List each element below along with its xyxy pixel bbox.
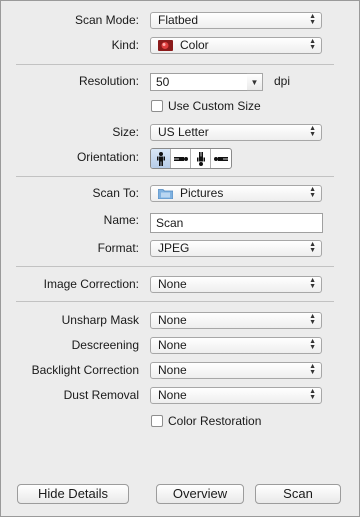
separator xyxy=(16,301,334,302)
size-popup[interactable]: US Letter ▲ ▼ xyxy=(150,124,322,141)
dust-removal-label: Dust Removal xyxy=(63,388,139,402)
separator xyxy=(16,64,334,65)
orientation-portrait-upright[interactable] xyxy=(151,149,171,168)
scan-to-value: Pictures xyxy=(180,186,224,200)
resolution-unit: dpi xyxy=(274,74,291,88)
orientation-landscape-left[interactable] xyxy=(171,149,191,168)
orientation-portrait-inverted[interactable] xyxy=(191,149,211,168)
scan-to-popup[interactable]: Pictures ▲ ▼ xyxy=(150,185,322,202)
popup-arrows-icon: ▲ ▼ xyxy=(309,241,316,254)
popup-arrows-icon: ▲ ▼ xyxy=(309,277,316,290)
popup-arrows-icon: ▲ ▼ xyxy=(309,388,316,401)
landscape-right-icon xyxy=(214,156,228,161)
popup-arrows-icon: ▲ ▼ xyxy=(309,363,316,376)
descreening-value: None xyxy=(158,338,187,352)
format-label: Format: xyxy=(97,241,139,255)
scan-button[interactable]: Scan xyxy=(255,484,341,504)
kind-popup[interactable]: Color ▲ ▼ xyxy=(150,37,322,54)
separator xyxy=(16,176,334,177)
color-photo-icon xyxy=(158,40,173,51)
color-restoration-label: Color Restoration xyxy=(168,414,262,428)
unsharp-mask-label: Unsharp Mask xyxy=(61,313,139,327)
landscape-left-icon xyxy=(173,156,188,161)
popup-arrows-icon: ▲ ▼ xyxy=(309,13,316,26)
portrait-upright-icon xyxy=(156,151,165,166)
scanner-settings-panel: Scan Mode: Flatbed ▲ ▼ Kind: Color ▲ ▼ Res… xyxy=(0,0,360,517)
dust-removal-popup[interactable]: None ▲ ▼ xyxy=(150,387,322,404)
orientation-landscape-right[interactable] xyxy=(211,149,231,168)
popup-arrows-icon: ▲ ▼ xyxy=(309,338,316,351)
image-correction-label: Image Correction: xyxy=(43,277,139,291)
dust-removal-value: None xyxy=(158,388,187,402)
scan-mode-value: Flatbed xyxy=(158,13,199,27)
folder-icon xyxy=(158,189,173,199)
kind-label: Kind: xyxy=(111,38,139,52)
backlight-correction-label: Backlight Correction xyxy=(31,363,139,377)
unsharp-mask-popup[interactable]: None ▲ ▼ xyxy=(150,312,322,329)
orientation-segmented-control xyxy=(150,148,232,169)
color-restoration-checkbox[interactable] xyxy=(151,415,163,427)
name-label: Name: xyxy=(103,213,139,227)
resolution-input[interactable]: 50 xyxy=(150,73,248,91)
use-custom-size-checkbox[interactable] xyxy=(151,100,163,112)
resolution-dropdown-button[interactable]: ▼ xyxy=(247,73,263,91)
format-value: JPEG xyxy=(158,241,190,255)
popup-arrows-icon: ▲ ▼ xyxy=(309,125,316,138)
format-popup[interactable]: JPEG ▲ ▼ xyxy=(150,240,322,257)
size-label: Size: xyxy=(112,125,139,139)
scan-to-label: Scan To: xyxy=(92,186,139,200)
resolution-label: Resolution: xyxy=(78,74,139,88)
orientation-label: Orientation: xyxy=(76,150,139,164)
size-value: US Letter xyxy=(158,125,209,139)
scan-mode-label: Scan Mode: xyxy=(74,13,139,27)
popup-arrows-icon: ▲ ▼ xyxy=(309,313,316,326)
popup-arrows-icon: ▲ ▼ xyxy=(309,38,316,51)
scan-mode-popup[interactable]: Flatbed ▲ ▼ xyxy=(150,12,322,29)
hide-details-button[interactable]: Hide Details xyxy=(17,484,129,504)
backlight-correction-popup[interactable]: None ▲ ▼ xyxy=(150,362,322,379)
popup-arrows-icon: ▲ ▼ xyxy=(309,186,316,199)
descreening-popup[interactable]: None ▲ ▼ xyxy=(150,337,322,354)
descreening-label: Descreening xyxy=(71,338,139,352)
kind-value: Color xyxy=(180,38,209,52)
backlight-correction-value: None xyxy=(158,363,187,377)
use-custom-size-label: Use Custom Size xyxy=(168,99,261,113)
separator xyxy=(16,266,334,267)
overview-button[interactable]: Overview xyxy=(156,484,244,504)
image-correction-popup[interactable]: None ▲ ▼ xyxy=(150,276,322,293)
image-correction-value: None xyxy=(158,277,187,291)
name-input[interactable]: Scan xyxy=(150,213,323,233)
portrait-inverted-icon xyxy=(196,151,205,166)
unsharp-mask-value: None xyxy=(158,313,187,327)
